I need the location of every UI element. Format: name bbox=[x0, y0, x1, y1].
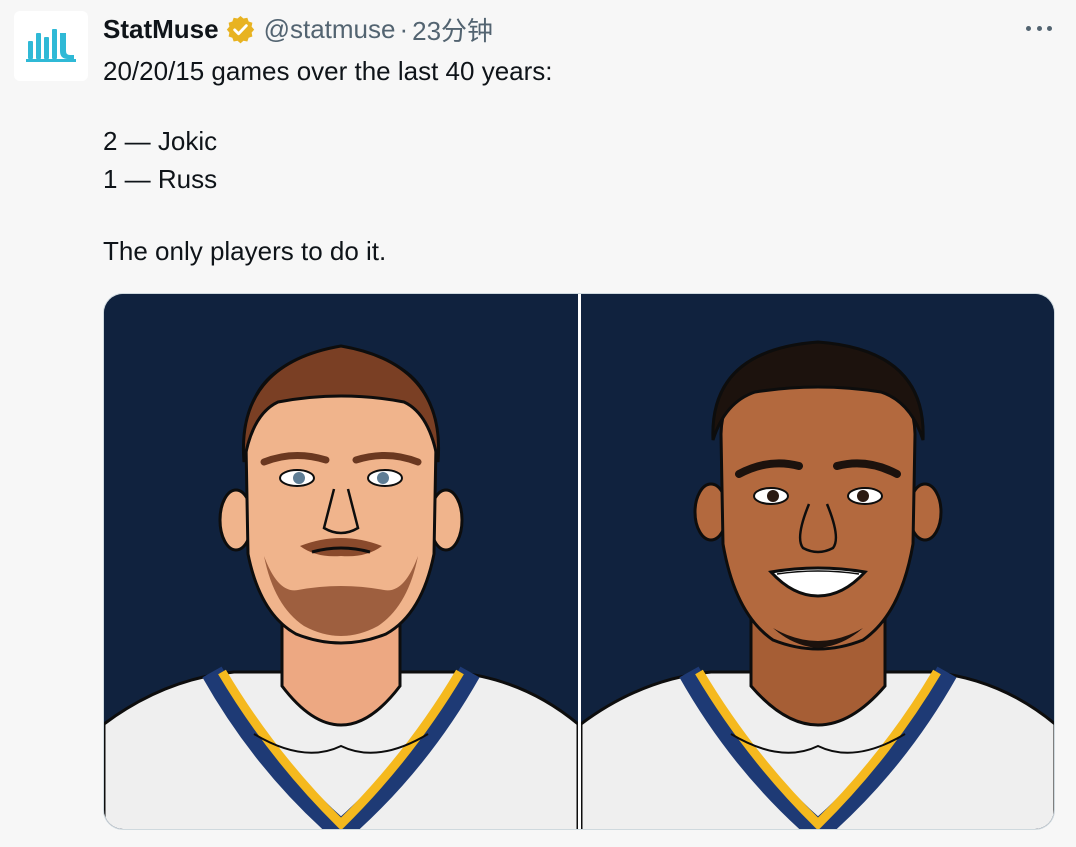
tweet-text-line: 1 — Russ bbox=[103, 164, 218, 194]
tweet-text-line: 20/20/15 games over the last 40 years: bbox=[103, 56, 553, 86]
author-handle[interactable]: @statmuse bbox=[264, 14, 396, 45]
media-image-russ[interactable] bbox=[581, 294, 1054, 829]
more-options-icon[interactable] bbox=[1022, 16, 1056, 40]
author-name[interactable]: StatMuse bbox=[103, 14, 219, 45]
avatar[interactable] bbox=[14, 11, 88, 81]
separator-dot: · bbox=[399, 13, 409, 44]
player-illustration-russ bbox=[581, 294, 1054, 829]
timestamp[interactable]: 23分钟 bbox=[412, 11, 493, 48]
media-image-jokic[interactable] bbox=[104, 294, 578, 829]
statmuse-logo-icon bbox=[26, 29, 76, 62]
media-grid bbox=[103, 293, 1055, 830]
verified-badge-icon bbox=[226, 15, 254, 43]
tweet-text-line: 2 — Jokic bbox=[103, 126, 218, 156]
tweet-header: StatMuse @statmuse · 23分钟 bbox=[103, 12, 493, 46]
player-illustration-jokic bbox=[104, 294, 578, 829]
tweet[interactable]: StatMuse @statmuse · 23分钟 20/20/15 games… bbox=[0, 0, 1076, 847]
tweet-text-line: The only players to do it. bbox=[103, 236, 387, 266]
